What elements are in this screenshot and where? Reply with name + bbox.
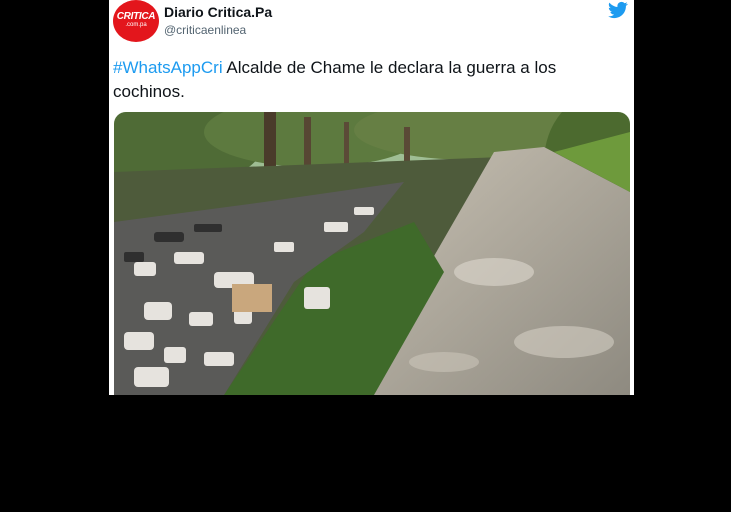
tweet-card: CRITICA .com.pa Diario Critica.Pa @criti…	[109, 0, 634, 395]
tweet-text: #WhatsAppCri Alcalde de Chame le declara…	[113, 56, 623, 104]
tweet-media-video[interactable]	[114, 112, 630, 395]
hashtag-link[interactable]: #WhatsAppCri	[113, 58, 223, 77]
garbage-roadside-image	[114, 112, 630, 395]
user-handle[interactable]: @criticaenlinea	[164, 23, 246, 37]
display-name[interactable]: Diario Critica.Pa	[164, 4, 272, 20]
avatar[interactable]: CRITICA .com.pa	[113, 0, 159, 42]
avatar-logo-subtext: .com.pa	[125, 22, 147, 28]
twitter-bird-icon[interactable]	[607, 0, 629, 20]
avatar-logo-text: CRITICA	[116, 11, 156, 22]
